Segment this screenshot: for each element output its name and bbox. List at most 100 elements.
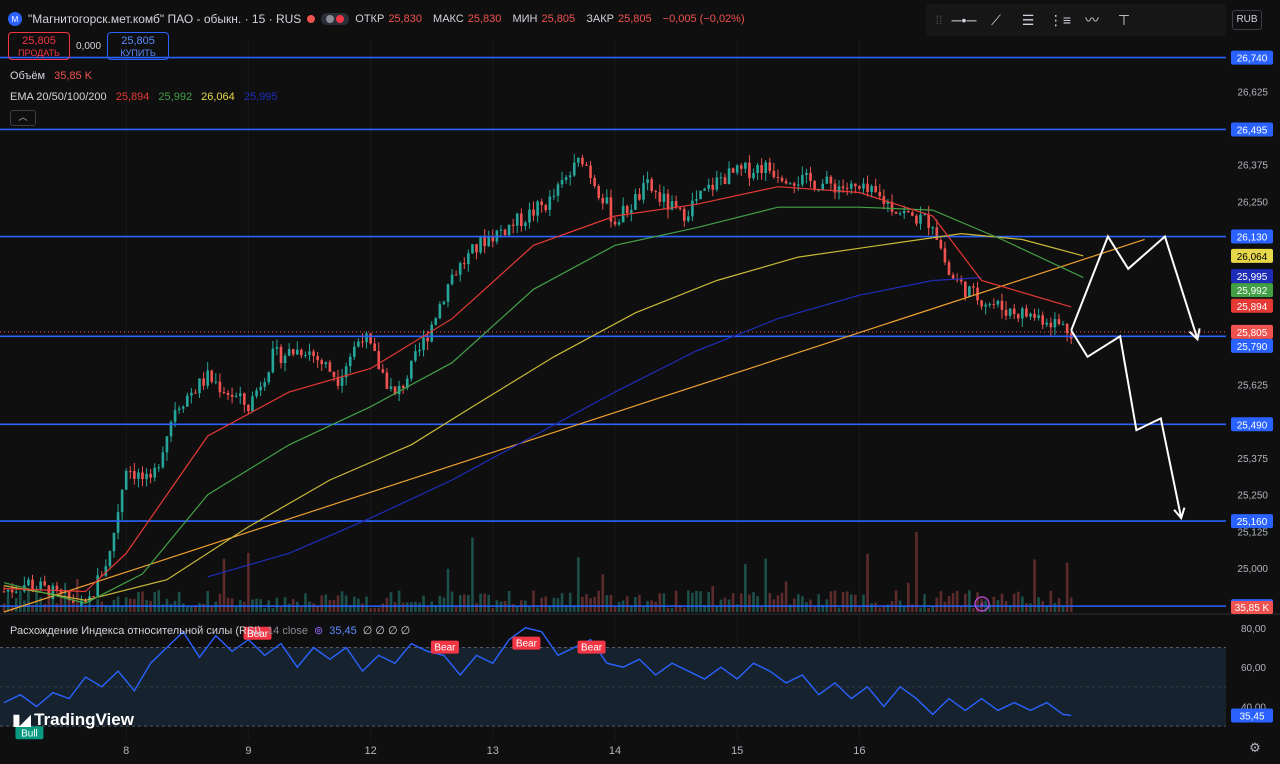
currency-selector[interactable]: RUB	[1232, 10, 1262, 30]
volume-bar	[731, 593, 735, 612]
volume-bar	[528, 606, 531, 612]
chart-canvas[interactable]: 26,625 26,375 26,250 25,625 25,375 25,250 25,1…	[0, 0, 1280, 764]
symbol-title[interactable]: "Магнитогорск.мет.комб" ПАО - обыкн. · 1…	[28, 12, 301, 26]
symbol-header: M "Магнитогорск.мет.комб" ПАО - обыкн. ·…	[8, 8, 749, 30]
rsi-settings-icon[interactable]: ⊚	[314, 624, 323, 637]
candle-body	[218, 381, 222, 393]
rsi-legend-label: Расхождение Индекса относительной силы (…	[10, 624, 262, 637]
volume-bar	[76, 579, 79, 612]
volume-bar	[279, 606, 283, 612]
candle-body	[426, 337, 429, 342]
vertical-line-icon[interactable]: ⊤	[1110, 6, 1138, 34]
candle-body	[124, 470, 128, 490]
volume-bar	[483, 593, 486, 612]
buy-button[interactable]: 25,805 КУПИТЬ	[107, 32, 170, 60]
candle-body	[744, 162, 747, 169]
volume-bar	[845, 591, 849, 612]
candle-body	[320, 360, 324, 365]
parallel-channel-icon[interactable]: ⋮≡	[1046, 6, 1074, 34]
candle-body	[715, 177, 719, 190]
volume-bar	[275, 597, 279, 612]
volume-bar	[344, 595, 348, 612]
candle-body	[401, 385, 405, 388]
candle-body	[39, 581, 42, 589]
horizontal-ray-icon[interactable]: ─•─	[950, 6, 978, 34]
candle-body	[300, 349, 303, 356]
volume-bar	[27, 590, 30, 612]
candle-body	[556, 184, 560, 196]
price-tick-label: 26,625	[1237, 87, 1268, 98]
ema-legend[interactable]: EMA 20/50/100/200 25,894 25,992 26,064 2…	[10, 91, 278, 103]
candle-body	[988, 304, 992, 306]
volume-bar	[283, 597, 287, 612]
price-label-text: 25,995	[1237, 272, 1268, 283]
price-label-text: 25,894	[1237, 302, 1268, 313]
volume-bar	[919, 607, 922, 612]
candle-body	[825, 176, 829, 184]
fib-retracement-icon[interactable]: ☰	[1014, 6, 1042, 34]
ema200-value: 25,995	[243, 91, 278, 103]
candle-body	[43, 581, 47, 586]
price-label-text: 26,740	[1237, 54, 1268, 65]
candle-body	[687, 216, 690, 221]
volume-bar	[939, 591, 943, 612]
rsi-legend-extra: ∅ ∅ ∅ ∅	[362, 625, 411, 637]
collapse-legend-button[interactable]: ︿	[10, 110, 36, 126]
candle-body	[271, 348, 275, 373]
candle-body	[935, 227, 939, 240]
volume-bar	[255, 598, 258, 612]
volume-bar	[418, 602, 421, 612]
chart-settings-icon[interactable]: ⚙	[1248, 741, 1262, 755]
candle-body	[462, 263, 466, 265]
divergence-signal-label: Bear	[581, 643, 603, 654]
volume-bar	[487, 594, 491, 612]
volume-bar	[780, 592, 784, 612]
volume-bar	[515, 606, 519, 612]
candle-body	[316, 355, 319, 361]
volume-bar	[556, 598, 560, 612]
volume-bar	[894, 590, 898, 612]
candle-body	[234, 395, 238, 397]
volume-bar	[141, 591, 144, 612]
volume-bar	[1053, 603, 1057, 612]
candle-body	[1004, 309, 1008, 316]
tradingview-logo[interactable]: ▮◢ TradingView	[12, 710, 134, 730]
drag-handle-icon[interactable]: ⁞⁞	[932, 6, 946, 34]
volume-bar	[271, 607, 275, 612]
candle-body	[1037, 315, 1040, 318]
candle-body	[654, 191, 658, 193]
candle-body	[572, 162, 576, 176]
candle-body	[308, 351, 311, 356]
volume-bar	[931, 606, 935, 612]
volume-bar	[862, 594, 865, 612]
rsi-legend[interactable]: Расхождение Индекса относительной силы (…	[10, 624, 411, 638]
volume-bar	[381, 603, 385, 612]
path-icon[interactable]: 〰	[1078, 6, 1106, 34]
candle-body	[353, 346, 356, 357]
trend-line-icon[interactable]: ⟋	[982, 6, 1010, 34]
candle-body	[699, 190, 702, 200]
volume-bar	[658, 593, 662, 612]
volume-bar	[181, 603, 185, 612]
volume-bar	[748, 594, 751, 612]
volume-bar	[1012, 593, 1016, 612]
indicator-toggle[interactable]	[321, 13, 350, 25]
volume-bar	[511, 604, 515, 612]
candle-body	[560, 179, 564, 185]
volume-bar	[365, 596, 368, 612]
candle-body	[1061, 323, 1065, 325]
candle-body	[1012, 308, 1016, 315]
candle-body	[55, 585, 59, 590]
time-tick-label: 13	[487, 745, 499, 757]
volume-bar	[752, 592, 755, 612]
candle-body	[650, 179, 653, 192]
volume-bar	[393, 602, 397, 612]
volume-bar	[1069, 597, 1073, 612]
volume-bar	[817, 594, 820, 612]
candle-body	[719, 177, 723, 179]
volume-legend[interactable]: Объём 35,85 K	[10, 70, 92, 82]
low-label: МИН	[512, 13, 538, 25]
sell-button[interactable]: 25,805 ПРОДАТЬ	[8, 32, 70, 60]
candle-body	[797, 184, 800, 186]
volume-bar	[577, 557, 580, 612]
